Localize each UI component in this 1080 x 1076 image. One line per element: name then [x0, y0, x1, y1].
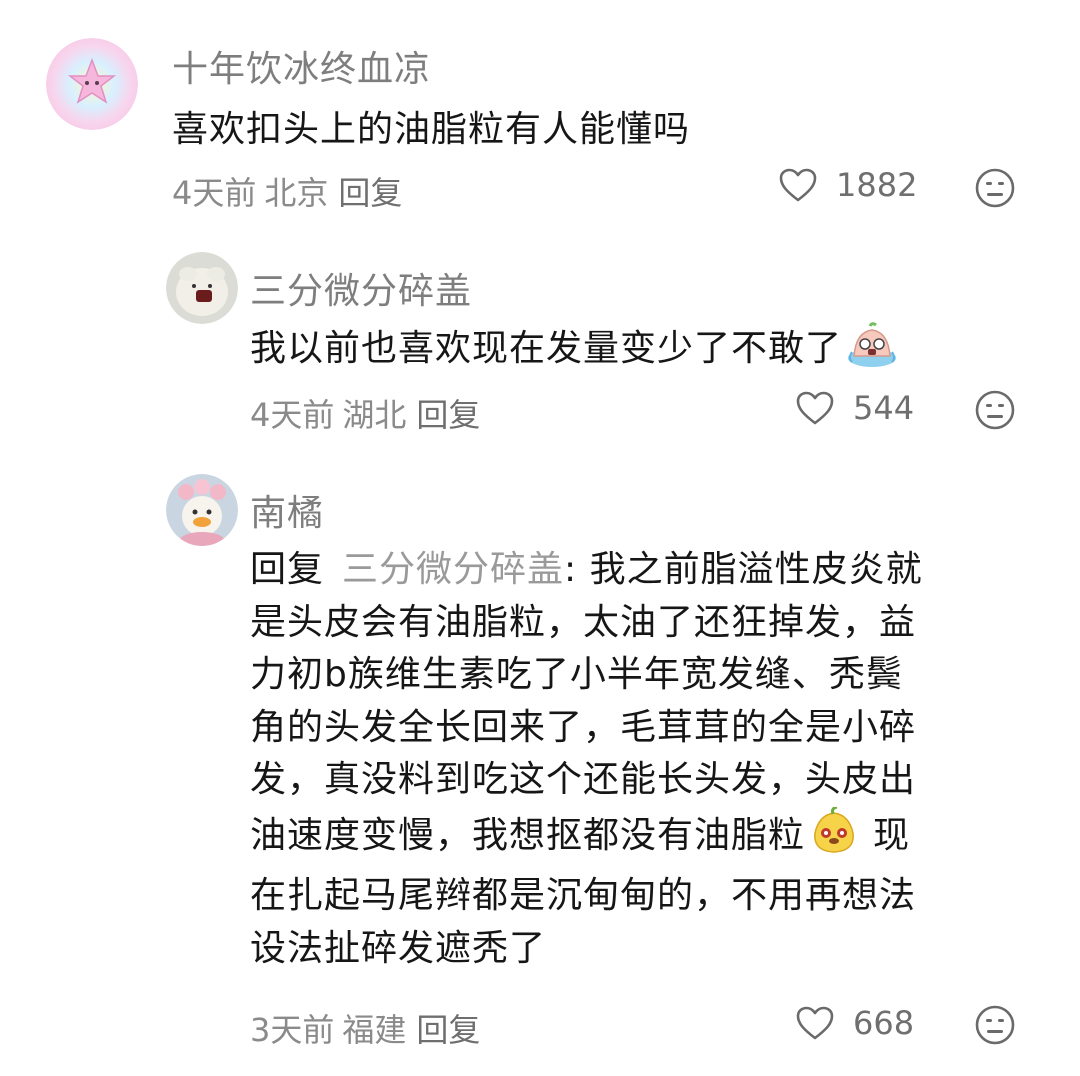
- neutral-face-icon: [975, 390, 1015, 430]
- text-line: 回复 三分微分碎盖: 我之前脂溢性皮炎就: [250, 544, 1030, 597]
- text-line: 我之前脂溢性皮炎就: [589, 549, 923, 590]
- react-button[interactable]: [974, 167, 1016, 213]
- text-line: 角的头发全长回来了，毛茸茸的全是小碎: [250, 706, 917, 748]
- comment-text-row: 我以前也喜欢现在发量变少了不敢了: [250, 322, 898, 384]
- comment-location: 北京: [264, 174, 329, 212]
- react-button[interactable]: [974, 1004, 1016, 1050]
- username[interactable]: 南橘: [250, 484, 324, 536]
- heart-outline-icon: [779, 168, 817, 202]
- username[interactable]: 十年饮冰终血凉: [172, 40, 431, 92]
- comment-location: 湖北: [342, 396, 407, 434]
- avatar[interactable]: [166, 474, 238, 546]
- pear-blush-emoji-icon: [809, 805, 859, 871]
- neutral-face-icon: [975, 1005, 1015, 1045]
- heart-outline-icon: [796, 391, 834, 425]
- text-line: 油速度变慢，我想抠都没有油脂粒: [250, 814, 806, 856]
- like-count: 544: [853, 389, 915, 427]
- like-button[interactable]: 1882: [778, 166, 917, 204]
- comment-text: 回复 三分微分碎盖: 我之前脂溢性皮炎就 是头皮会有油脂粒，太油了还狂掉发，益 力…: [250, 544, 1030, 975]
- reply-separator: :: [564, 549, 578, 590]
- comment-text: 我以前也喜欢现在发量变少了不敢了: [250, 328, 843, 369]
- comment-meta: 3天前 福建 回复: [250, 1005, 480, 1051]
- heart-outline-icon: [796, 1006, 834, 1040]
- comment-text: 喜欢扣头上的油脂粒有人能懂吗: [172, 109, 691, 150]
- like-count: 668: [853, 1004, 915, 1042]
- comment-time: 4天前: [250, 396, 335, 434]
- comment-meta: 4天前 北京 回复: [172, 168, 402, 214]
- text-line: 发，真没料到吃这个还能长头发，头皮出: [250, 759, 917, 800]
- duck-avatar-icon: [166, 474, 238, 546]
- text-line: 现: [873, 814, 911, 856]
- like-button[interactable]: 668: [795, 1004, 914, 1042]
- comment-location: 福建: [342, 1011, 407, 1049]
- like-count: 1882: [836, 166, 918, 204]
- crying-emoji-icon: [846, 322, 898, 384]
- comment-time: 4天前: [172, 174, 257, 212]
- text-line: 力初b族维生素吃了小半年宽发缝、秃鬓: [250, 654, 903, 695]
- reply-target-user[interactable]: 三分微分碎盖: [342, 549, 564, 590]
- react-button[interactable]: [974, 389, 1016, 435]
- white-creature-avatar-icon: [166, 252, 238, 324]
- text-line: 设法扯碎发遮秃了: [250, 927, 547, 969]
- neutral-face-icon: [975, 168, 1015, 208]
- comment-time: 3天前: [250, 1011, 335, 1049]
- reply-button[interactable]: 回复: [338, 174, 402, 212]
- reply-prefix: 回复: [250, 549, 325, 590]
- text-line-with-emoji: 油速度变慢，我想抠都没有油脂粒 现: [250, 805, 1030, 871]
- avatar[interactable]: [166, 252, 238, 324]
- comment-meta: 4天前 湖北 回复: [250, 390, 480, 436]
- reply-button[interactable]: 回复: [416, 396, 480, 434]
- text-line: 是头皮会有油脂粒，太油了还狂掉发，益: [250, 601, 917, 643]
- avatar[interactable]: [46, 38, 138, 130]
- username[interactable]: 三分微分碎盖: [250, 262, 472, 314]
- like-button[interactable]: 544: [795, 389, 914, 427]
- text-line: 在扎起马尾辫都是沉甸甸的，不用再想法: [250, 875, 917, 916]
- reply-button[interactable]: 回复: [416, 1011, 480, 1049]
- pink-star-avatar-icon: [46, 38, 138, 130]
